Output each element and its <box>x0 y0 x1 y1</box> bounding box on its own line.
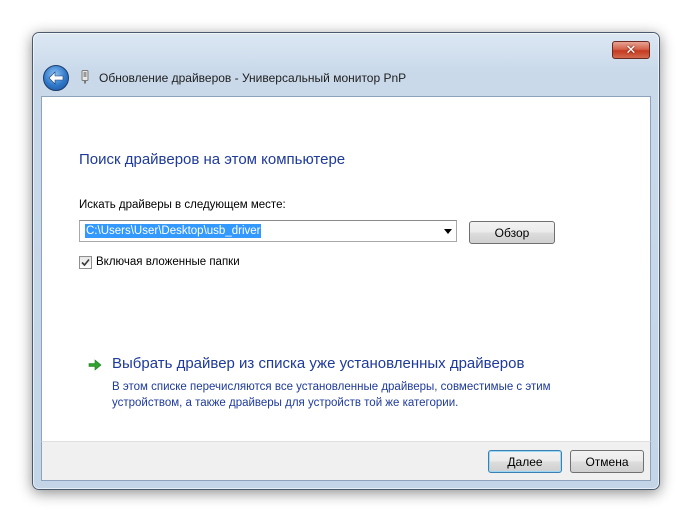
include-subfolders-checkbox[interactable] <box>79 255 92 269</box>
close-button[interactable]: ✕ <box>612 41 650 59</box>
pick-from-list-title[interactable]: Выбрать драйвер из списка уже установлен… <box>112 355 524 372</box>
window-title: Обновление драйверов - Универсальный мон… <box>99 71 407 85</box>
page-heading: Поиск драйверов на этом компьютере <box>79 151 346 168</box>
back-button[interactable] <box>43 65 69 91</box>
next-button[interactable]: Далее <box>488 450 562 473</box>
browse-button[interactable]: Обзор <box>469 221 555 244</box>
dropdown-arrow-icon[interactable] <box>444 229 452 234</box>
checkmark-icon <box>81 258 90 266</box>
pick-from-list-description: В этом списке перечисляются все установл… <box>112 381 551 409</box>
search-location-label: Искать драйверы в следующем месте: <box>79 199 286 211</box>
title-bar: Обновление драйверов - Универсальный мон… <box>33 61 659 97</box>
include-subfolders-label[interactable]: Включая вложенные папки <box>96 256 240 268</box>
driver-update-window: ✕ Обновление драйверов - Универсальный м… <box>32 32 660 490</box>
close-icon: ✕ <box>625 42 637 58</box>
include-subfolders-option[interactable]: Включая вложенные папки <box>79 255 240 269</box>
path-value[interactable]: C:\Users\User\Desktop\usb_driver <box>85 224 262 238</box>
cancel-button[interactable]: Отмена <box>570 450 644 473</box>
path-combobox[interactable]: C:\Users\User\Desktop\usb_driver <box>79 220 457 242</box>
back-arrow-icon <box>48 71 64 85</box>
wizard-footer: Далее Отмена <box>41 441 651 481</box>
device-icon <box>81 70 89 84</box>
green-arrow-icon <box>88 359 102 371</box>
wizard-content: Поиск драйверов на этом компьютере Искат… <box>41 96 651 442</box>
